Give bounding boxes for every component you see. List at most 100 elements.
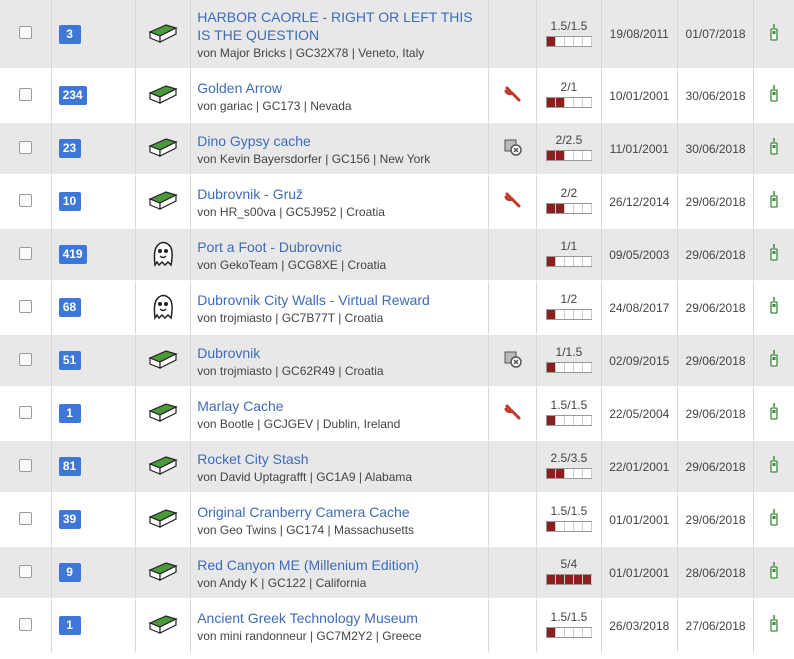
gps-download-icon[interactable] (769, 350, 779, 368)
cache-code: GC122 (267, 575, 306, 590)
cache-name-link[interactable]: Dubrovnik - Gruž (197, 185, 488, 203)
cache-code: GC156 (331, 151, 370, 166)
row-checkbox[interactable] (18, 617, 32, 631)
difficulty-terrain: 2.5/3.5 (550, 451, 588, 465)
traditional-cache-icon (148, 562, 178, 585)
difficulty-bar (545, 203, 592, 214)
table-row: 23 Dino Gypsy cache von Kevin Bayersdorfer… (0, 123, 794, 176)
cache-name-link[interactable]: Red Canyon ME (Millenium Edition) (197, 556, 488, 574)
traditional-cache-icon (148, 85, 178, 108)
found-date: 27/06/2018 (685, 618, 746, 633)
difficulty-terrain: 5/4 (560, 557, 578, 571)
gps-download-icon[interactable] (769, 138, 779, 156)
cache-owner: von GekoTeam (197, 257, 278, 272)
found-date: 30/06/2018 (685, 141, 746, 156)
favorites-badge: 9 (58, 563, 81, 582)
cache-owner: von mini randonneur (197, 628, 307, 643)
placed-date: 26/12/2014 (609, 194, 670, 209)
gps-download-icon[interactable] (769, 403, 779, 421)
cache-details: von Andy K | GC122 | California (197, 575, 367, 590)
placed-date: 11/01/2001 (609, 141, 669, 156)
table-row: 234 Golden Arrow von gariac | GC173 | Neva… (0, 70, 794, 123)
difficulty-bar (545, 415, 592, 426)
cache-name-link[interactable]: Port a Foot - Dubrovnic (197, 238, 488, 256)
cache-location: Dublin, Ireland (322, 416, 401, 431)
table-row: 39 Original Cranberry Camera Cache von Geo… (0, 494, 794, 547)
cache-details: von David Uptagrafft | GC1A9 | Alabama (197, 469, 413, 484)
row-checkbox[interactable] (18, 511, 32, 525)
row-checkbox[interactable] (18, 87, 32, 101)
placed-date: 01/01/2001 (609, 565, 670, 580)
gps-download-icon[interactable] (769, 562, 779, 580)
cache-owner: von Bootle (197, 416, 254, 431)
traditional-cache-icon (148, 403, 178, 426)
table-row: 10 Dubrovnik - Gruž von HR_s00va | GC5J952… (0, 176, 794, 229)
row-checkbox[interactable] (18, 564, 32, 578)
cache-name-link[interactable]: Dubrovnik (197, 344, 488, 362)
found-date: 29/06/2018 (685, 512, 746, 527)
gps-download-icon[interactable] (769, 244, 779, 262)
virtual-cache-icon (150, 241, 176, 270)
difficulty-bar (545, 309, 592, 320)
cache-name-link[interactable]: Dino Gypsy cache (197, 132, 488, 150)
found-date: 29/06/2018 (685, 300, 746, 315)
gps-download-icon[interactable] (769, 191, 779, 209)
traditional-cache-icon (148, 509, 178, 532)
cache-owner: von HR_s00va (197, 204, 276, 219)
gps-download-icon[interactable] (769, 297, 779, 315)
cache-code: GC32X78 (295, 46, 349, 60)
row-checkbox[interactable] (18, 405, 32, 419)
cache-code: GC7M2Y2 (316, 628, 373, 643)
found-date: 29/06/2018 (685, 247, 746, 262)
table-row: 1 Ancient Greek Technology Museum von mini… (0, 600, 794, 653)
gps-download-icon[interactable] (769, 509, 779, 527)
difficulty-bar (545, 150, 592, 161)
gps-download-icon[interactable] (769, 85, 779, 103)
placed-date: 02/09/2015 (609, 353, 670, 368)
row-checkbox[interactable] (18, 140, 32, 154)
cache-owner: von Major Bricks (197, 46, 286, 60)
cache-name-link[interactable]: Rocket City Stash (197, 450, 488, 468)
gps-download-icon[interactable] (769, 23, 779, 42)
cache-name-link[interactable]: Golden Arrow (197, 79, 488, 97)
row-checkbox[interactable] (18, 299, 32, 313)
row-checkbox[interactable] (18, 352, 32, 366)
traditional-cache-icon (148, 456, 178, 479)
row-checkbox[interactable] (18, 193, 32, 207)
gps-download-icon[interactable] (769, 615, 779, 633)
row-checkbox[interactable] (18, 458, 32, 472)
cache-location: Alabama (364, 469, 413, 484)
cache-location: Croatia (344, 310, 384, 325)
cache-owner: von Andy K (197, 575, 258, 590)
cache-name-link[interactable]: Marlay Cache (197, 397, 488, 415)
row-checkbox[interactable] (18, 246, 32, 260)
cache-location: Croatia (344, 363, 384, 378)
traditional-cache-icon (148, 23, 178, 47)
difficulty-bar (545, 574, 592, 585)
gps-download-icon[interactable] (769, 456, 779, 474)
difficulty-terrain: 1.5/1.5 (550, 398, 588, 412)
cache-code: GCG8XE (287, 257, 338, 272)
placed-date: 10/01/2001 (609, 88, 670, 103)
placed-date: 01/01/2001 (609, 512, 670, 527)
cache-location: Croatia (346, 204, 385, 219)
difficulty-terrain: 2/2 (560, 186, 578, 200)
cache-name-link[interactable]: Original Cranberry Camera Cache (197, 503, 488, 521)
wrench-icon (504, 86, 520, 102)
placed-date: 19/08/2011 (609, 27, 669, 41)
cache-details: von Kevin Bayersdorfer | GC156 | New Yor… (197, 151, 431, 166)
cache-name-link[interactable]: HARBOR CAORLE - RIGHT OR LEFT THIS IS TH… (197, 8, 488, 44)
table-row: 3 HARBOR CAORLE - RIGHT OR LEFT THIS IS T… (0, 0, 794, 70)
row-checkbox[interactable] (18, 26, 32, 39)
difficulty-terrain: 1/1 (560, 239, 578, 253)
cache-details: von Bootle | GCJGEV | Dublin, Ireland (197, 416, 401, 431)
favorites-badge: 419 (58, 245, 87, 264)
favorites-badge: 81 (58, 457, 81, 476)
cache-location: New York (379, 151, 431, 166)
event-icon (504, 351, 522, 368)
cache-name-link[interactable]: Ancient Greek Technology Museum (197, 609, 488, 627)
found-date: 30/06/2018 (685, 88, 746, 103)
found-date: 01/07/2018 (685, 27, 746, 41)
favorites-badge: 3 (58, 24, 81, 44)
cache-name-link[interactable]: Dubrovnik City Walls - Virtual Reward (197, 291, 488, 309)
